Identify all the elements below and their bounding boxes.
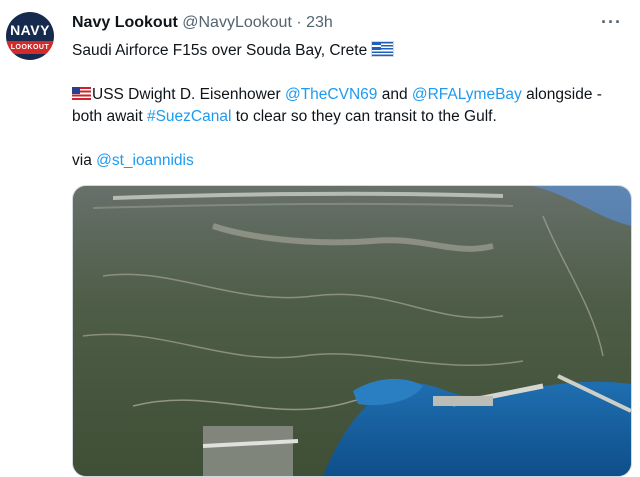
tweet-text: Saudi Airforce F15s over Souda Bay, Cret…	[72, 42, 368, 59]
avatar-logo-band: LOOKOUT	[6, 41, 54, 54]
tweet-text-line-3: both await #SuezCanal to clear so they c…	[72, 106, 632, 128]
aerial-photo-souda-bay	[73, 186, 631, 476]
tweet-text: to clear so they can transit to the Gulf…	[231, 108, 497, 125]
avatar[interactable]: NAVY LOOKOUT	[6, 12, 54, 60]
author-handle[interactable]: @NavyLookout	[182, 14, 292, 31]
tweet-text: via	[72, 152, 97, 169]
tweet-text: both await	[72, 108, 147, 125]
tweet-text-line-4: via @st_ioannidis	[72, 150, 632, 172]
tweet-text: and	[377, 86, 412, 103]
tweet-text: alongside -	[521, 86, 602, 103]
tweet-text: USS Dwight D. Eisenhower	[92, 86, 285, 103]
author-name[interactable]: Navy Lookout	[72, 14, 178, 31]
tweet-header: Navy Lookout @NavyLookout · 23h	[72, 14, 333, 32]
mention-thecvn69[interactable]: @TheCVN69	[285, 86, 377, 103]
tweet-text-line-2: USS Dwight D. Eisenhower @TheCVN69 and @…	[72, 84, 632, 106]
tweet-text-line-1: Saudi Airforce F15s over Souda Bay, Cret…	[72, 40, 632, 62]
header-separator: ·	[296, 14, 302, 31]
timestamp[interactable]: 23h	[306, 14, 333, 31]
greece-flag-icon	[371, 41, 395, 57]
tweet[interactable]: NAVY LOOKOUT Navy Lookout @NavyLookout ·…	[0, 0, 640, 477]
more-options-icon[interactable]: ···	[601, 12, 622, 33]
avatar-logo-text: NAVY	[10, 22, 50, 38]
mention-st-ioannidis[interactable]: @st_ioannidis	[96, 152, 194, 169]
us-flag-icon	[72, 87, 91, 100]
mention-rfalymebay[interactable]: @RFALymeBay	[412, 86, 522, 103]
tweet-photo[interactable]	[72, 185, 632, 477]
hashtag-suezcanal[interactable]: #SuezCanal	[147, 108, 231, 125]
